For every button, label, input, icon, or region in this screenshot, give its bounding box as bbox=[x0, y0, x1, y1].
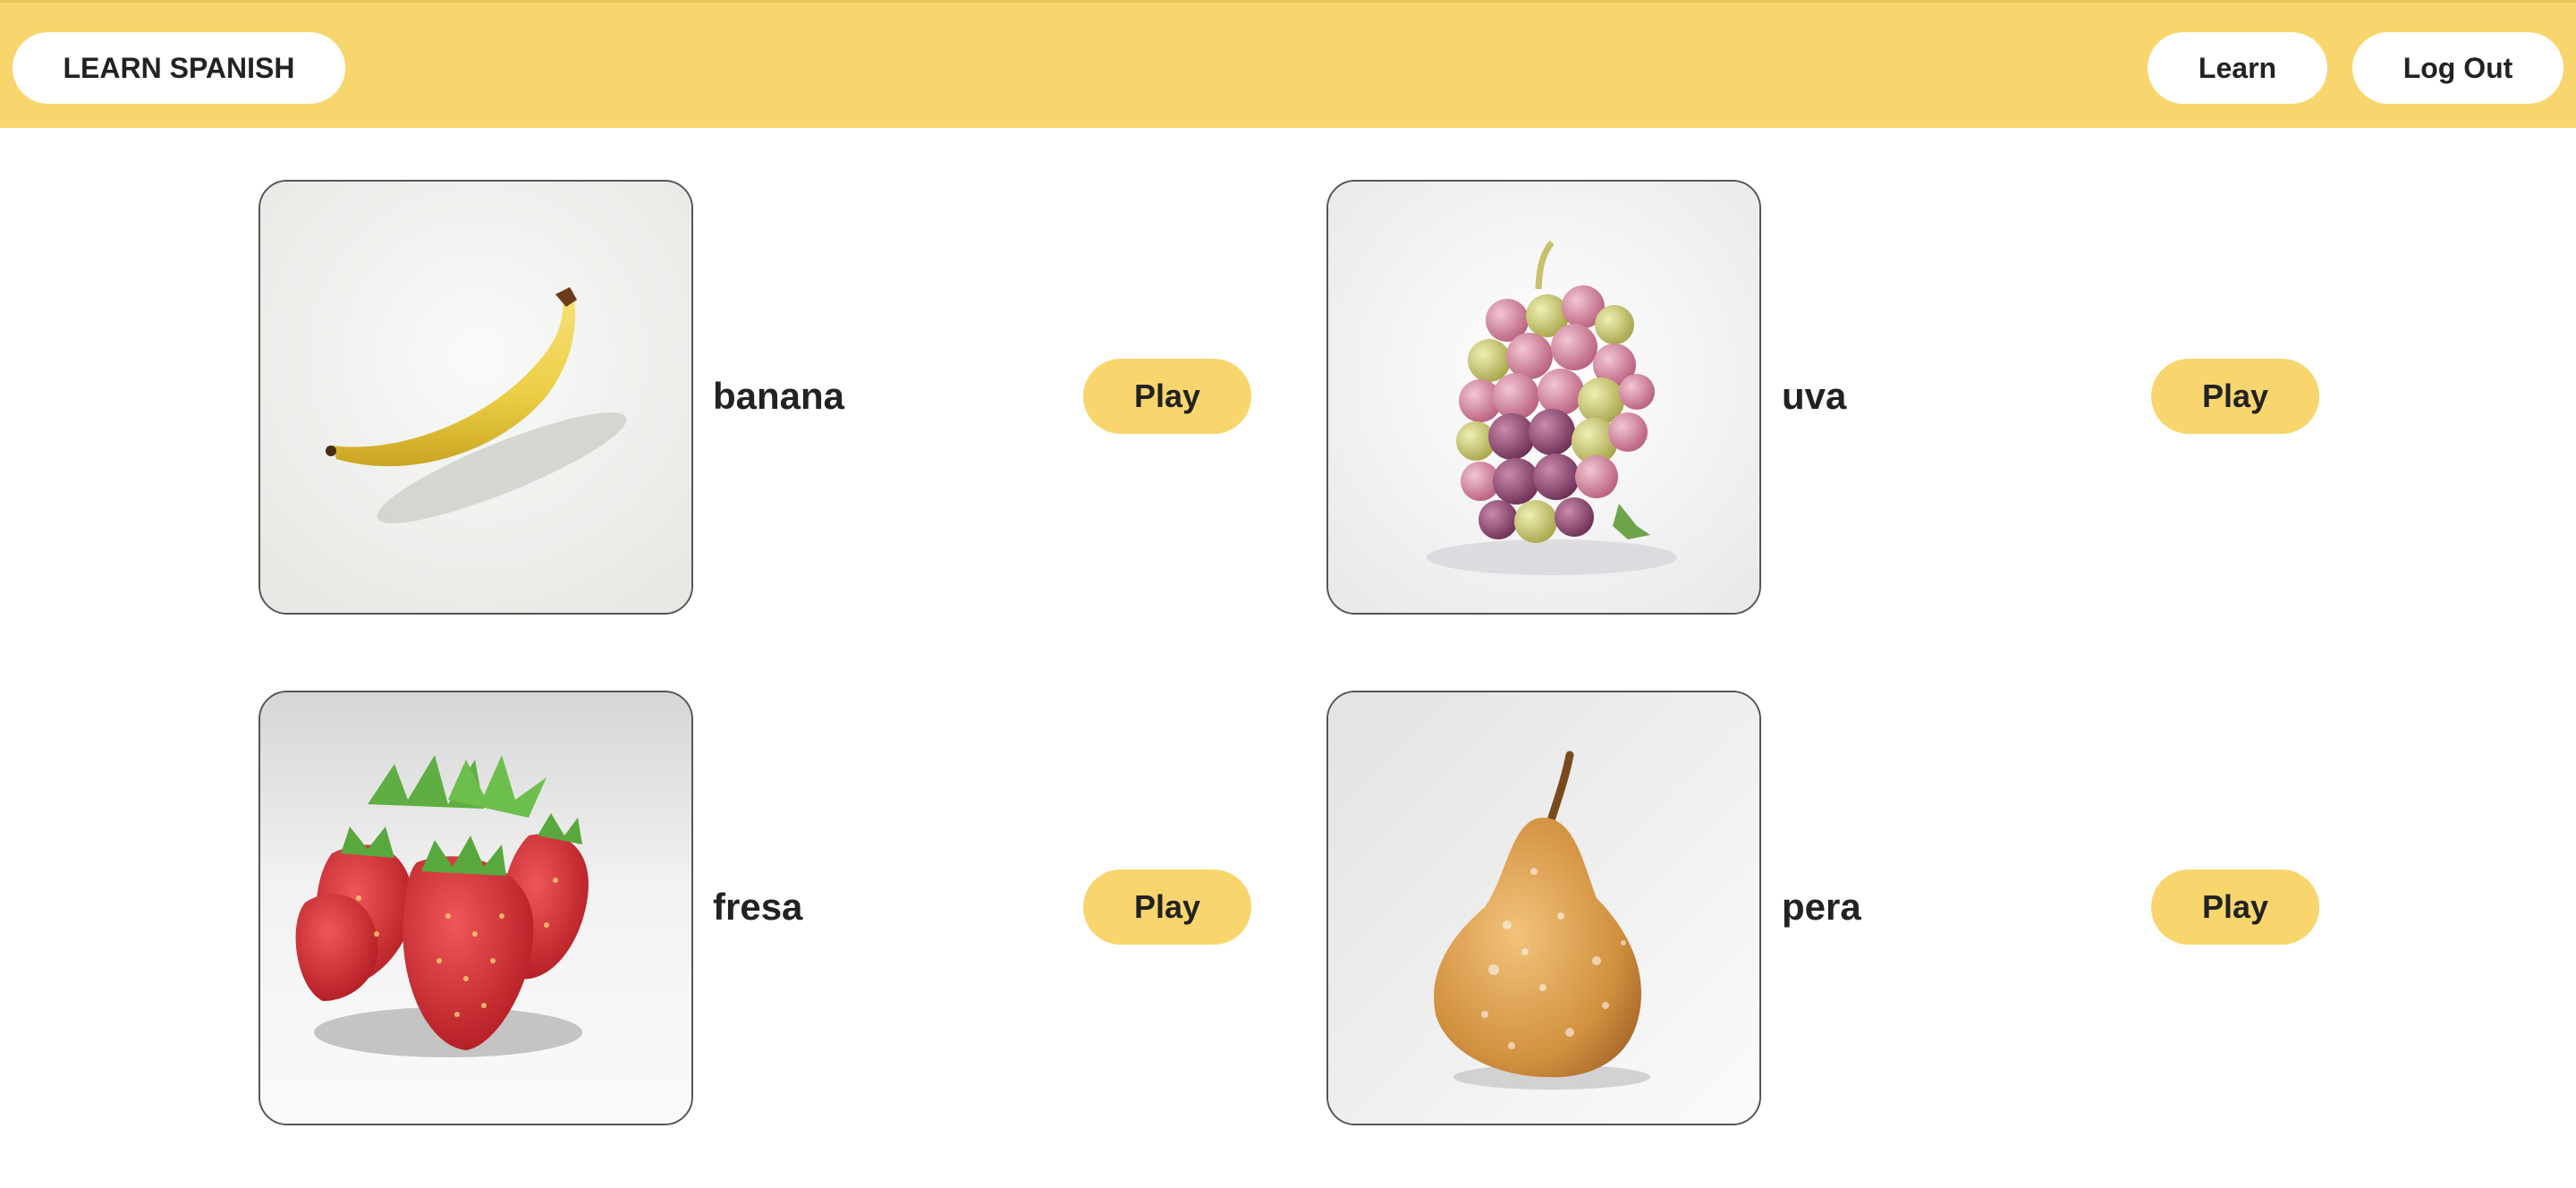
word-label-uva: uva bbox=[1782, 375, 1847, 417]
logout-button[interactable]: Log Out bbox=[2352, 32, 2563, 104]
top-nav-bar: LEARN SPANISH Learn Log Out bbox=[0, 0, 2576, 128]
banana-image bbox=[258, 180, 693, 615]
learn-button[interactable]: Learn bbox=[2148, 32, 2327, 104]
word-label-fresa: fresa bbox=[713, 886, 803, 928]
home-logo-button[interactable]: LEARN SPANISH bbox=[13, 32, 345, 104]
strawberries-image bbox=[258, 691, 693, 1125]
pear-image bbox=[1326, 691, 1761, 1125]
word-label-banana: banana bbox=[713, 375, 845, 417]
play-button-banana[interactable]: Play bbox=[1083, 359, 1251, 434]
play-button-fresa[interactable]: Play bbox=[1083, 870, 1251, 945]
play-button-uva[interactable]: Play bbox=[2151, 359, 2319, 434]
play-button-pera[interactable]: Play bbox=[2151, 870, 2319, 945]
grapes-image bbox=[1326, 180, 1761, 615]
word-label-pera: pera bbox=[1782, 886, 1861, 928]
